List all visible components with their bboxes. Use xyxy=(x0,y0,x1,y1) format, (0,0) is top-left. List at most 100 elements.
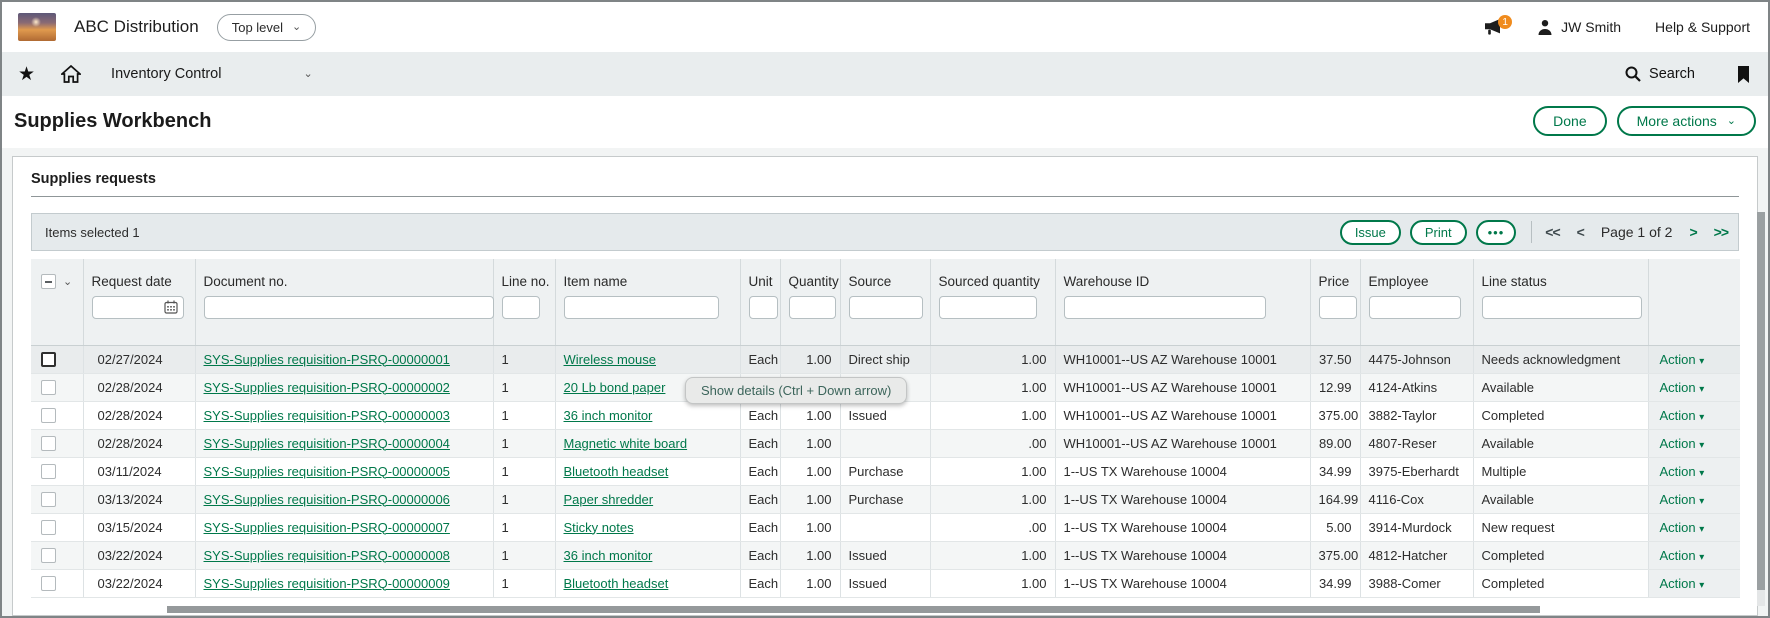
column-header[interactable]: Quantity xyxy=(780,259,840,293)
item-link[interactable]: Sticky notes xyxy=(564,520,634,535)
vertical-scrollbar[interactable] xyxy=(1757,212,1765,606)
document-link[interactable]: SYS-Supplies requisition-PSRQ-00000004 xyxy=(204,436,450,451)
module-dropdown[interactable]: Inventory Control ⌄ xyxy=(111,66,313,82)
select-all-checkbox[interactable] xyxy=(41,274,56,289)
column-header[interactable]: Document no. xyxy=(195,259,493,293)
row-checkbox[interactable] xyxy=(41,576,56,591)
item-link[interactable]: 36 inch monitor xyxy=(564,548,653,563)
document-link[interactable]: SYS-Supplies requisition-PSRQ-00000006 xyxy=(204,492,450,507)
item-link[interactable]: Bluetooth headset xyxy=(564,464,669,479)
previous-page-button[interactable]: < xyxy=(1577,224,1584,240)
row-checkbox[interactable] xyxy=(41,548,56,563)
column-header[interactable]: Employee xyxy=(1360,259,1473,293)
filter-price-input[interactable] xyxy=(1319,296,1357,319)
item-link[interactable]: 20 Lb bond paper xyxy=(564,380,666,395)
filter-unit-input[interactable] xyxy=(749,296,778,319)
bookmark-button[interactable] xyxy=(1737,66,1750,83)
column-header[interactable]: Source xyxy=(840,259,930,293)
item-link[interactable]: Bluetooth headset xyxy=(564,576,669,591)
filter-document-no-input[interactable] xyxy=(204,296,494,319)
row-checkbox[interactable] xyxy=(41,380,56,395)
column-header[interactable]: Line status xyxy=(1473,259,1648,293)
column-header[interactable]: Item name xyxy=(555,259,740,293)
issue-button[interactable]: Issue xyxy=(1340,220,1401,245)
filter-line-status-input[interactable] xyxy=(1482,296,1642,319)
filter-warehouse-id-input[interactable] xyxy=(1064,296,1266,319)
row-checkbox[interactable] xyxy=(41,520,56,535)
table-row[interactable]: 02/28/2024SYS-Supplies requisition-PSRQ-… xyxy=(31,401,1740,429)
table-row[interactable]: 03/13/2024SYS-Supplies requisition-PSRQ-… xyxy=(31,485,1740,513)
announcements-button[interactable]: 1 xyxy=(1483,18,1503,36)
user-menu[interactable]: JW Smith xyxy=(1537,19,1621,36)
filter-item-name-input[interactable] xyxy=(564,296,719,319)
item-name-cell: Bluetooth headset xyxy=(555,569,740,597)
document-link[interactable]: SYS-Supplies requisition-PSRQ-00000005 xyxy=(204,464,450,479)
help-support-link[interactable]: Help & Support xyxy=(1655,19,1750,35)
horizontal-scrollbar-thumb[interactable] xyxy=(167,606,1540,613)
row-action-menu[interactable]: Action ▾ xyxy=(1660,380,1705,395)
item-link[interactable]: Wireless mouse xyxy=(564,352,656,367)
filter-employee-input[interactable] xyxy=(1369,296,1461,319)
done-button[interactable]: Done xyxy=(1533,106,1606,136)
last-page-button[interactable]: >> xyxy=(1714,224,1728,240)
row-action-menu[interactable]: Action ▾ xyxy=(1660,352,1705,367)
table-row[interactable]: 02/27/2024SYS-Supplies requisition-PSRQ-… xyxy=(31,345,1740,373)
column-header[interactable]: Request date xyxy=(83,259,195,293)
search-button[interactable]: Search xyxy=(1625,66,1695,82)
item-link[interactable]: 36 inch monitor xyxy=(564,408,653,423)
price-cell: 34.99 xyxy=(1310,457,1360,485)
column-header[interactable]: Warehouse ID xyxy=(1055,259,1310,293)
row-action-menu[interactable]: Action ▾ xyxy=(1660,576,1705,591)
favorites-star-icon[interactable]: ★ xyxy=(18,65,35,84)
document-link[interactable]: SYS-Supplies requisition-PSRQ-00000007 xyxy=(204,520,450,535)
row-checkbox[interactable] xyxy=(41,436,56,451)
item-link[interactable]: Paper shredder xyxy=(564,492,654,507)
row-checkbox[interactable] xyxy=(41,352,56,367)
top-bar: ABC Distribution Top level ⌄ 1 JW Smith … xyxy=(2,2,1768,52)
row-action-menu[interactable]: Action ▾ xyxy=(1660,548,1705,563)
item-link[interactable]: Magnetic white board xyxy=(564,436,688,451)
row-action-menu[interactable]: Action ▾ xyxy=(1660,408,1705,423)
item-name-cell: Bluetooth headset xyxy=(555,457,740,485)
document-link[interactable]: SYS-Supplies requisition-PSRQ-00000001 xyxy=(204,352,450,367)
row-checkbox[interactable] xyxy=(41,408,56,423)
column-header[interactable]: Unit xyxy=(740,259,780,293)
document-link[interactable]: SYS-Supplies requisition-PSRQ-00000003 xyxy=(204,408,450,423)
more-toolbar-actions-button[interactable]: ••• xyxy=(1476,220,1517,245)
row-checkbox[interactable] xyxy=(41,492,56,507)
first-page-button[interactable]: << xyxy=(1545,224,1559,240)
table-row[interactable]: 03/15/2024SYS-Supplies requisition-PSRQ-… xyxy=(31,513,1740,541)
filter-source-input[interactable] xyxy=(849,296,923,319)
vertical-scrollbar-thumb[interactable] xyxy=(1757,212,1765,590)
row-action-menu[interactable]: Action ▾ xyxy=(1660,464,1705,479)
table-row[interactable]: 03/22/2024SYS-Supplies requisition-PSRQ-… xyxy=(31,569,1740,597)
org-switcher[interactable]: Top level ⌄ xyxy=(217,14,317,41)
home-button[interactable] xyxy=(61,65,81,83)
column-header[interactable]: Sourced quantity xyxy=(930,259,1055,293)
row-action-menu[interactable]: Action ▾ xyxy=(1660,520,1705,535)
row-action-menu[interactable]: Action ▾ xyxy=(1660,492,1705,507)
table-row[interactable]: 02/28/2024SYS-Supplies requisition-PSRQ-… xyxy=(31,429,1740,457)
more-actions-button[interactable]: More actions ⌄ xyxy=(1617,106,1756,136)
table-row[interactable]: 03/22/2024SYS-Supplies requisition-PSRQ-… xyxy=(31,541,1740,569)
filter-sourced-quantity-input[interactable] xyxy=(939,296,1037,319)
column-header[interactable]: Line no. xyxy=(493,259,555,293)
next-page-button[interactable]: > xyxy=(1689,224,1696,240)
filter-quantity-input[interactable] xyxy=(789,296,836,319)
selection-menu-chevron[interactable]: ⌄ xyxy=(63,276,72,288)
print-button[interactable]: Print xyxy=(1410,220,1467,245)
table-row[interactable]: 03/11/2024SYS-Supplies requisition-PSRQ-… xyxy=(31,457,1740,485)
content-area: Supplies requests Items selected 1 Issue… xyxy=(2,148,1768,616)
unit-cell: Each xyxy=(740,513,780,541)
document-link[interactable]: SYS-Supplies requisition-PSRQ-00000009 xyxy=(204,576,450,591)
warehouse-id-cell: WH10001--US AZ Warehouse 10001 xyxy=(1055,373,1310,401)
document-no-cell: SYS-Supplies requisition-PSRQ-00000004 xyxy=(195,429,493,457)
company-logo[interactable] xyxy=(18,13,56,41)
calendar-icon[interactable] xyxy=(164,300,178,314)
document-link[interactable]: SYS-Supplies requisition-PSRQ-00000002 xyxy=(204,380,450,395)
column-header[interactable]: Price xyxy=(1310,259,1360,293)
document-link[interactable]: SYS-Supplies requisition-PSRQ-00000008 xyxy=(204,548,450,563)
row-action-menu[interactable]: Action ▾ xyxy=(1660,436,1705,451)
filter-line-no-input[interactable] xyxy=(502,296,540,319)
row-checkbox[interactable] xyxy=(41,464,56,479)
